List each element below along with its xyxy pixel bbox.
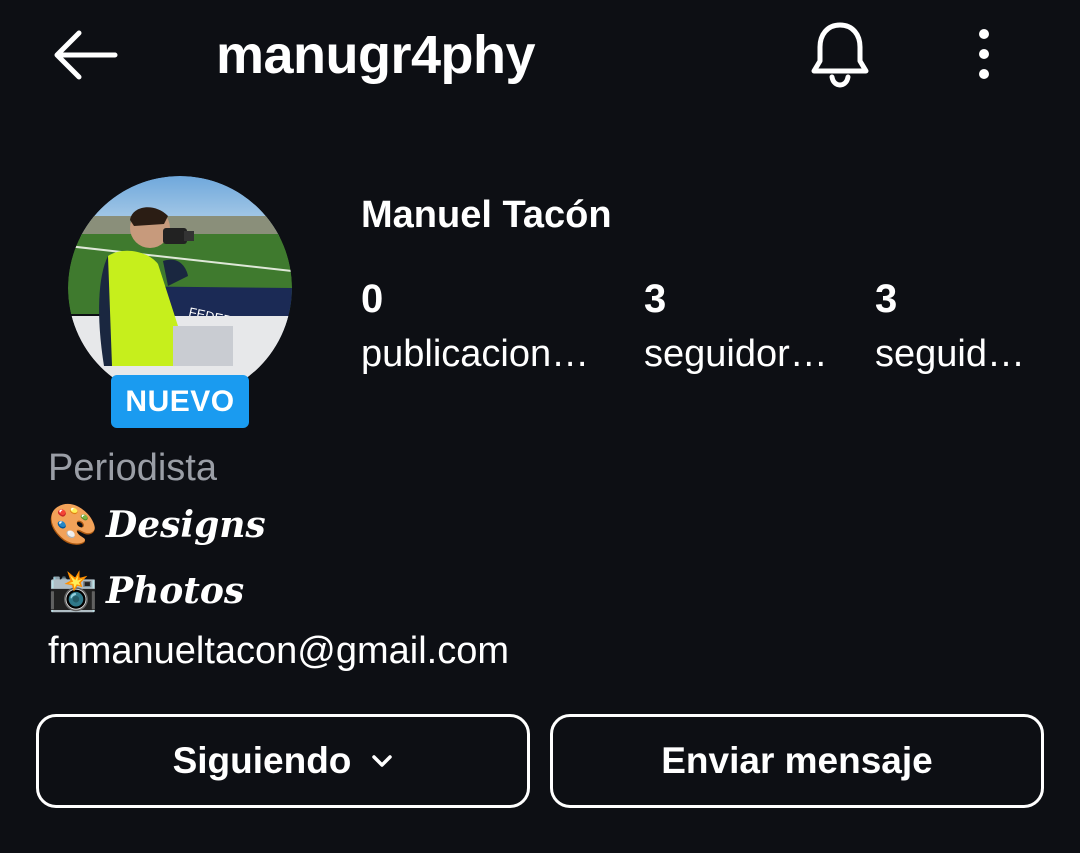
chevron-down-icon	[371, 754, 393, 768]
arrow-left-icon	[54, 30, 118, 80]
following-button-label: Siguiendo	[172, 740, 352, 781]
bio-photos-text: Photos	[106, 570, 245, 612]
top-bar: manugr4phy	[0, 0, 1080, 112]
profile-full-name: Manuel Tacón	[361, 194, 612, 236]
posts-count: 0	[361, 277, 384, 321]
bio-line-photos: 📸 Photos	[48, 566, 244, 616]
following-label: seguid…	[875, 333, 1025, 375]
palette-icon: 🎨	[48, 503, 98, 547]
avatar-photo: FEDERACIÓN	[68, 176, 292, 400]
bio-line-designs: 🎨 Designs	[48, 500, 266, 550]
bio-email[interactable]: fnmanueltacon@gmail.com	[48, 626, 509, 676]
bio-category: Periodista	[48, 447, 217, 489]
profile-avatar[interactable]: FEDERACIÓN	[68, 176, 292, 400]
followers-stat[interactable]: 3 seguidor…	[644, 274, 844, 384]
followers-count: 3	[644, 277, 667, 321]
following-count: 3	[875, 277, 898, 321]
bio-designs-text: Designs	[106, 504, 266, 546]
more-vertical-icon	[979, 29, 989, 79]
posts-stat[interactable]: 0 publicacion…	[361, 274, 590, 384]
more-options-button[interactable]	[954, 14, 1014, 94]
new-badge: NUEVO	[111, 375, 249, 428]
following-button[interactable]: Siguiendo	[36, 714, 530, 808]
camera-flash-icon: 📸	[48, 569, 98, 613]
notifications-button[interactable]	[800, 14, 880, 94]
following-stat[interactable]: 3 seguid…	[875, 274, 1075, 384]
bell-icon	[811, 22, 869, 88]
send-message-button[interactable]: Enviar mensaje	[550, 714, 1044, 808]
send-message-label: Enviar mensaje	[661, 740, 933, 781]
profile-username: manugr4phy	[216, 25, 536, 85]
back-button[interactable]	[44, 22, 124, 88]
posts-label: publicacion…	[361, 333, 590, 375]
followers-label: seguidor…	[644, 333, 828, 375]
